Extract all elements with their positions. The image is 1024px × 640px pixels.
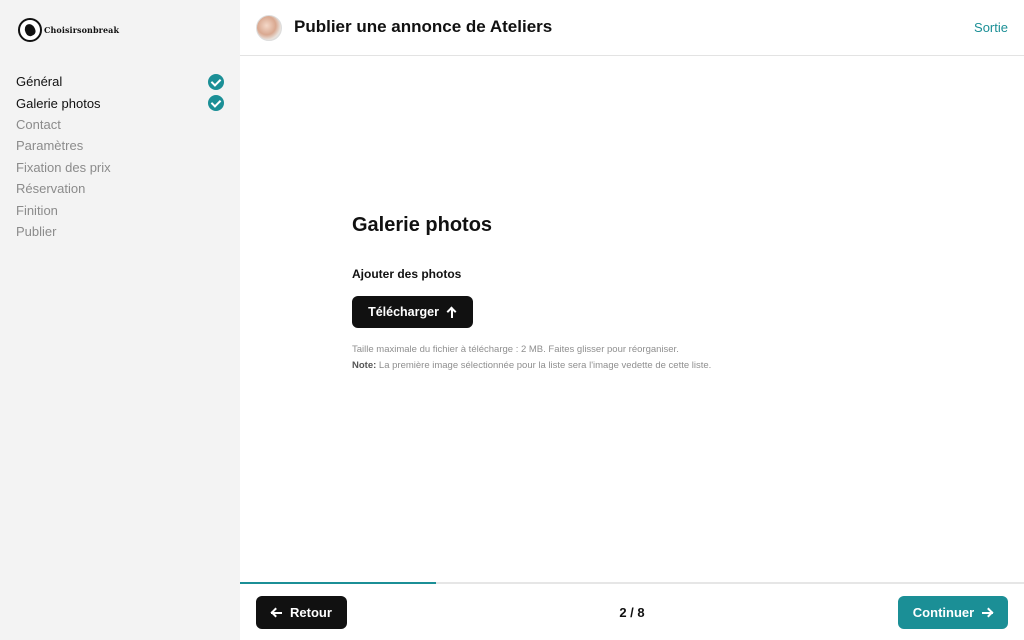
- arrow-up-icon: [447, 307, 457, 318]
- sidebar-item-label: Fixation des prix: [16, 159, 111, 175]
- progress-bar-fill: [240, 582, 436, 584]
- arrow-right-icon: [982, 608, 994, 618]
- back-button[interactable]: Retour: [256, 596, 347, 629]
- check-icon: [208, 73, 224, 90]
- sidebar-item-label: Contact: [16, 116, 61, 132]
- continue-button-label: Continuer: [912, 605, 975, 620]
- leaf-globe-icon: [18, 18, 42, 42]
- upload-button-label: Télécharger: [368, 305, 439, 319]
- sidebar-item-label: Publier: [16, 223, 57, 239]
- check-icon: [208, 95, 224, 112]
- page-title: Publier une annonce de Ateliers: [294, 17, 553, 36]
- sidebar-item-label: Paramètres: [16, 138, 84, 154]
- sidebar-item-publish[interactable]: Publier: [16, 221, 224, 242]
- sidebar-item-booking[interactable]: Réservation: [16, 178, 224, 199]
- sidebar-item-general[interactable]: Général: [16, 71, 224, 92]
- section-title: Galerie photos: [352, 214, 493, 236]
- avatar[interactable]: [256, 15, 282, 41]
- exit-link[interactable]: Sortie: [974, 20, 1008, 35]
- upload-button[interactable]: Télécharger: [352, 296, 473, 328]
- sidebar-item-label: Galerie photos: [16, 95, 101, 111]
- note-text: La première image sélectionnée pour la l…: [378, 359, 712, 371]
- sidebar: Choisirsonbreak Général Galerie photos C…: [0, 0, 240, 640]
- continue-button[interactable]: Continuer: [898, 596, 1008, 629]
- sidebar-item-pricing[interactable]: Fixation des prix: [16, 157, 224, 178]
- brand-logo[interactable]: Choisirsonbreak: [18, 18, 119, 42]
- sidebar-item-label: Finition: [16, 202, 58, 218]
- arrow-left-icon: [271, 608, 283, 618]
- step-counter: 2 / 8: [619, 605, 645, 620]
- upload-hint: Taille maximale du fichier à télécharge …: [352, 342, 711, 373]
- step-list: Général Galerie photos Contact Paramètre…: [16, 71, 224, 242]
- add-photos-label: Ajouter des photos: [352, 267, 462, 281]
- upload-hint-note: Note: La première image sélectionnée pou…: [352, 358, 711, 374]
- sidebar-item-finishing[interactable]: Finition: [16, 199, 224, 220]
- top-header: Publier une annonce de Ateliers Sortie: [240, 0, 1024, 56]
- sidebar-item-contact[interactable]: Contact: [16, 114, 224, 135]
- sidebar-item-settings[interactable]: Paramètres: [16, 135, 224, 156]
- sidebar-item-photo-gallery[interactable]: Galerie photos: [16, 92, 224, 113]
- progress-bar: [240, 582, 1024, 584]
- note-label: Note:: [352, 359, 377, 371]
- sidebar-item-label: Général: [16, 74, 63, 90]
- upload-hint-size: Taille maximale du fichier à télécharge …: [352, 344, 679, 355]
- back-button-label: Retour: [290, 605, 332, 620]
- sidebar-item-label: Réservation: [16, 181, 86, 197]
- brand-name: Choisirsonbreak: [44, 25, 120, 35]
